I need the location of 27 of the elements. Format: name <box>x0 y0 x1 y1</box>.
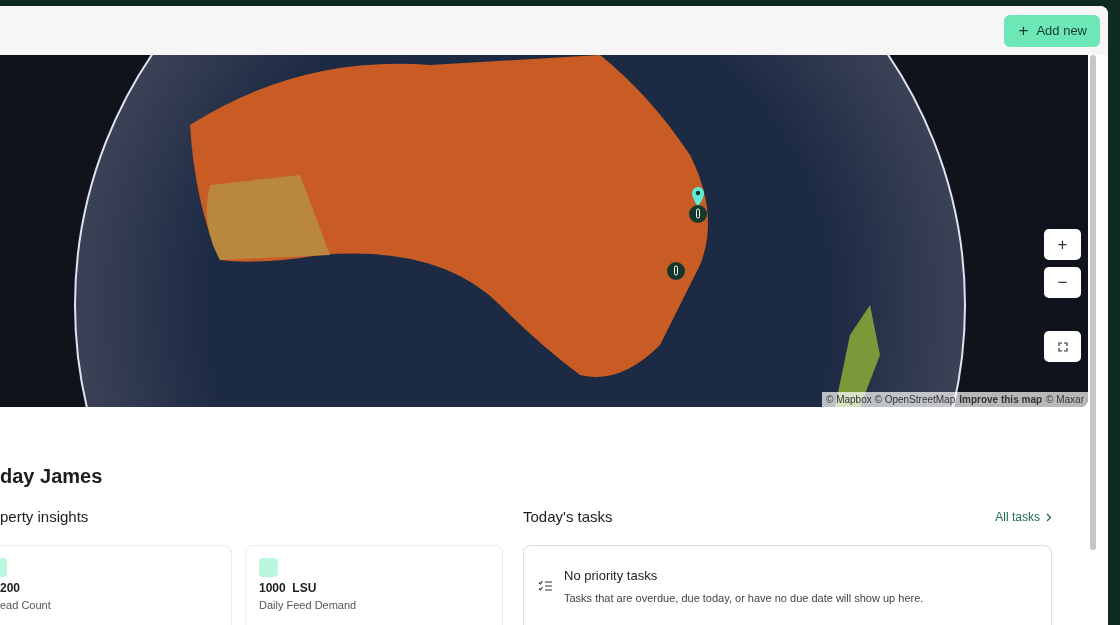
insight-value: 1000 LSU <box>259 581 318 595</box>
scrollbar-thumb[interactable] <box>1090 55 1096 550</box>
checklist-icon <box>538 580 552 592</box>
insight-icon <box>259 558 278 577</box>
insight-label: ead Count <box>0 599 52 611</box>
section-title: Today's tasks <box>523 507 613 527</box>
map-marker-icon[interactable] <box>689 205 707 223</box>
fullscreen-button[interactable] <box>1044 331 1081 362</box>
insight-label: Daily Feed Demand <box>259 599 358 611</box>
chevron-right-icon <box>1046 512 1052 522</box>
attribution-text: © Maxar <box>1046 394 1084 405</box>
empty-state-title: No priority tasks <box>564 568 659 583</box>
all-tasks-link[interactable]: All tasks <box>995 510 1052 524</box>
map-pin-icon[interactable] <box>691 186 705 208</box>
add-new-button[interactable]: + Add new <box>1004 14 1100 47</box>
greeting-heading: day James <box>0 465 104 488</box>
attribution-text: © Mapbox © OpenStreetMap <box>826 394 956 405</box>
improve-map-link[interactable]: Improve this map <box>959 394 1043 405</box>
section-title: perty insights <box>0 507 90 527</box>
insight-icon <box>0 558 7 577</box>
insight-value: 200 <box>0 581 22 595</box>
zoom-out-button[interactable]: − <box>1044 267 1081 298</box>
zoom-in-button[interactable]: + <box>1044 229 1081 260</box>
satellite-map[interactable]: + − © Mapbox © OpenStreetMap Improve this map © Maxar <box>0 55 1088 407</box>
map-marker-icon[interactable] <box>667 262 685 280</box>
empty-state-text: Tasks that are overdue, due today, or have no due date will show up here. <box>564 592 924 604</box>
expand-icon <box>1057 341 1068 352</box>
